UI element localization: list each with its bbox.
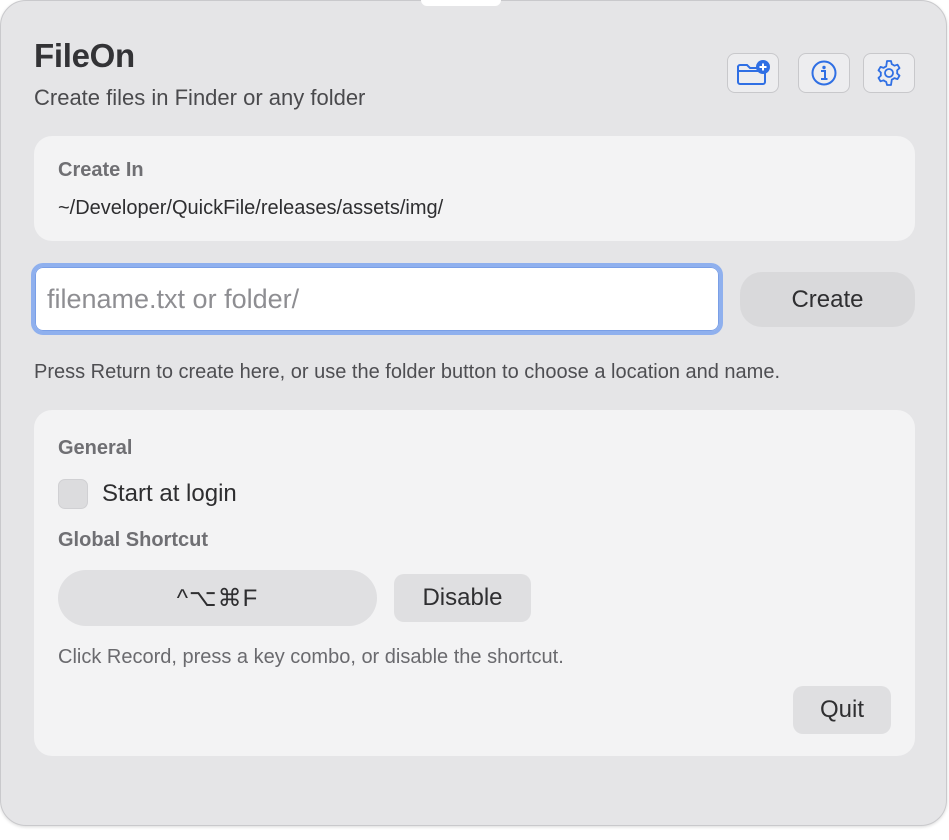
global-shortcut-label: Global Shortcut	[58, 529, 208, 551]
folder-plus-icon	[737, 60, 770, 85]
create-in-label: Create In	[58, 159, 144, 181]
gear-icon	[877, 60, 901, 86]
quit-button[interactable]: Quit	[793, 686, 891, 734]
app-subtitle: Create files in Finder or any folder	[34, 85, 366, 110]
disable-shortcut-button[interactable]: Disable	[394, 574, 531, 622]
shortcut-record-button[interactable]: ^⌥⌘F	[58, 570, 377, 626]
create-in-path: ~/Developer/QuickFile/releases/assets/im…	[58, 197, 444, 219]
create-button[interactable]: Create	[740, 272, 915, 327]
choose-folder-button[interactable]	[727, 53, 779, 93]
create-hint: Press Return to create here, or use the …	[34, 361, 781, 383]
popover-arrow	[421, 0, 501, 6]
general-section-label: General	[58, 437, 133, 459]
start-at-login-checkbox[interactable]	[58, 479, 88, 509]
filename-input[interactable]	[31, 263, 723, 335]
settings-button[interactable]	[863, 53, 915, 93]
start-at-login-label: Start at login	[102, 480, 237, 507]
shortcut-hint: Click Record, press a key combo, or disa…	[58, 646, 564, 668]
app-title: FileOn	[34, 37, 135, 74]
fileon-popover: FileOn Create files in Finder or any fol…	[0, 0, 947, 826]
info-button[interactable]	[798, 53, 850, 93]
create-in-card: Create In ~/Developer/QuickFile/releases…	[34, 136, 915, 241]
info-icon	[811, 60, 837, 86]
